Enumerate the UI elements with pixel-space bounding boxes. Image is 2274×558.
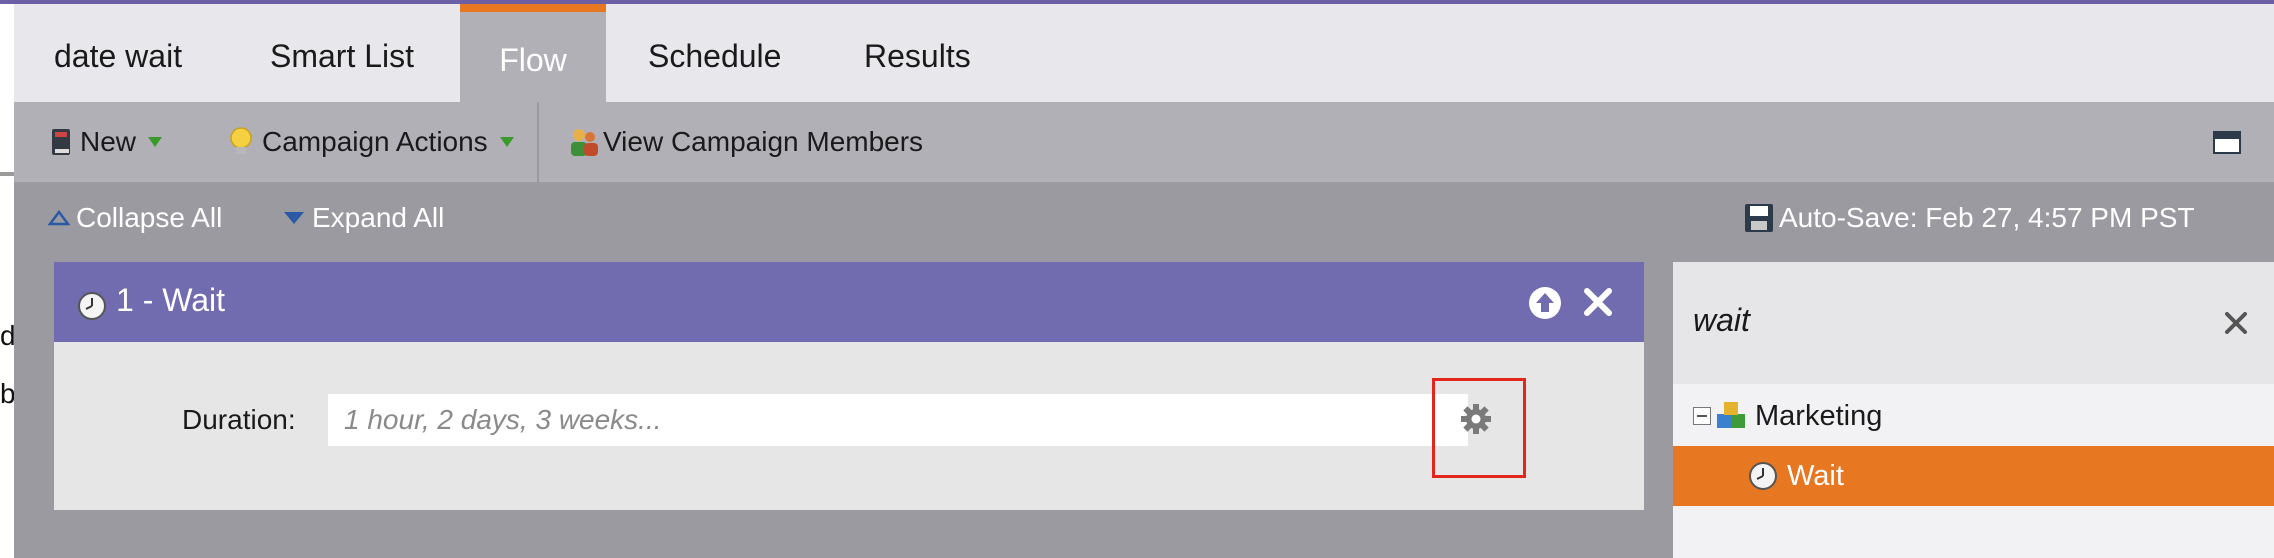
flow-action-palette: wait Marketing Wait — [1673, 262, 2274, 558]
triangle-down-icon — [284, 212, 304, 224]
close-icon[interactable] — [2223, 310, 2249, 336]
tree-category-label: Marketing — [1755, 399, 1883, 432]
clock-icon — [78, 292, 106, 320]
tree-category-marketing[interactable]: Marketing — [1673, 386, 2274, 446]
duration-label: Duration: — [182, 404, 296, 435]
flow-step-card: 1 - Wait Duration: — [54, 262, 1644, 510]
tab-flow[interactable]: Flow — [460, 4, 606, 102]
toolbar: New Campaign Actions View Campaign Membe… — [14, 102, 2274, 182]
window-icon — [2213, 131, 2241, 154]
view-campaign-members-label: View Campaign Members — [603, 126, 924, 157]
gutter-text: b — [0, 378, 14, 409]
tree-item-label: Wait — [1787, 459, 1844, 492]
expand-all-button[interactable]: Expand All — [282, 202, 444, 234]
gutter-text: d — [0, 320, 14, 351]
autosave-status: Auto-Save: Feb 27, 4:57 PM PST — [1743, 202, 2195, 234]
tab-bar: date wait Smart List Flow Schedule Resul… — [14, 4, 2274, 102]
dropdown-caret-icon — [148, 137, 163, 147]
gutter-line — [0, 172, 14, 176]
flow-step-header[interactable]: 1 - Wait — [54, 262, 1644, 342]
dropdown-caret-icon — [499, 137, 514, 147]
tree-item-wait[interactable]: Wait — [1673, 446, 2274, 506]
marketing-blocks-icon — [1717, 402, 1745, 428]
clock-icon — [1749, 462, 1777, 490]
palette-search[interactable]: wait — [1673, 262, 2274, 384]
left-gutter: d b — [0, 4, 14, 558]
floppy-icon — [1745, 204, 1773, 232]
window-toggle-button[interactable] — [2212, 102, 2242, 182]
palette-search-value[interactable]: wait — [1693, 302, 1750, 339]
tab-program-name[interactable]: date wait — [54, 4, 182, 102]
campaign-actions-button[interactable]: Campaign Actions — [228, 102, 514, 182]
lightbulb-icon — [230, 127, 252, 154]
collapse-icon[interactable] — [1693, 407, 1711, 425]
expand-all-label: Expand All — [312, 202, 445, 233]
collapse-all-label: Collapse All — [76, 202, 223, 233]
highlight-box — [1432, 378, 1526, 478]
campaign-actions-label: Campaign Actions — [262, 126, 488, 157]
book-icon — [52, 129, 70, 155]
arrow-up-circle-icon[interactable] — [1528, 286, 1562, 320]
view-campaign-members-button[interactable]: View Campaign Members — [567, 102, 923, 182]
tab-schedule[interactable]: Schedule — [648, 4, 781, 102]
new-button-label: New — [80, 126, 137, 157]
flow-step-title: 1 - Wait — [116, 282, 226, 318]
tab-smart-list[interactable]: Smart List — [270, 4, 414, 102]
people-icon — [571, 129, 598, 156]
autosave-label: Auto-Save: Feb 27, 4:57 PM PST — [1779, 202, 2195, 233]
tab-results[interactable]: Results — [864, 4, 971, 102]
duration-input[interactable] — [328, 394, 1468, 446]
new-button[interactable]: New — [50, 102, 163, 182]
toolbar-separator — [537, 102, 539, 182]
collapse-all-button[interactable]: Collapse All — [48, 202, 222, 234]
triangle-up-icon — [48, 210, 70, 226]
close-icon[interactable] — [1582, 286, 1614, 318]
